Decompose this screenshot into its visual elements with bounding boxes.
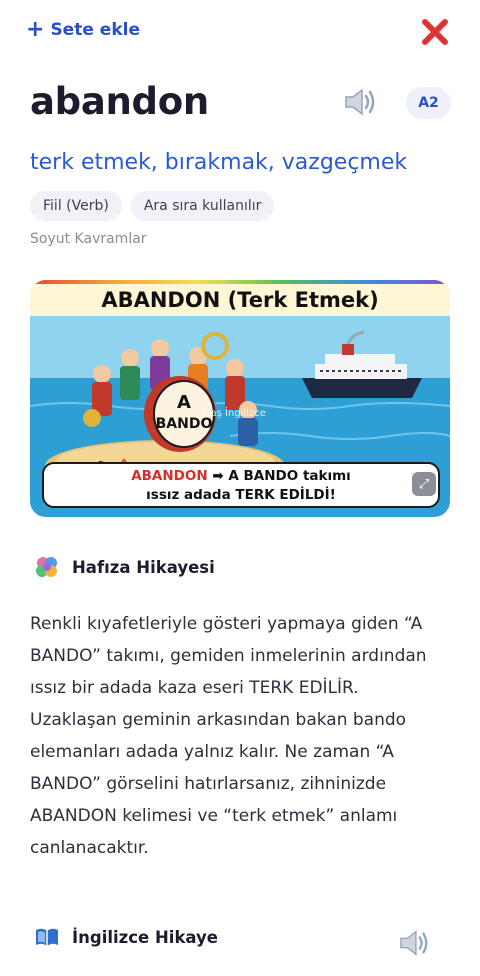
english-story-header: İngilizce Hikaye bbox=[34, 926, 218, 948]
caption-arrow: ➡ bbox=[212, 468, 224, 484]
illustration-title: ABANDON (Terk Etmek) bbox=[30, 284, 450, 316]
mnemonic-illustration[interactable]: ABANDON (Terk Etmek) A BANDO Flaş İngili… bbox=[30, 280, 450, 517]
caption-line1: A BANDO takımı bbox=[223, 468, 351, 484]
caption-highlight: ABANDON bbox=[131, 468, 208, 484]
illustration-caption: ABANDON ➡ A BANDO takımı ıssız adada TER… bbox=[42, 462, 440, 508]
brain-icon bbox=[36, 557, 57, 577]
close-icon[interactable] bbox=[420, 17, 450, 47]
add-to-set-label: Sete ekle bbox=[50, 20, 140, 40]
category-label: Soyut Kavramlar bbox=[30, 231, 147, 247]
tag-list: Fiil (Verb) Ara sıra kullanılır bbox=[30, 191, 275, 221]
memory-story-title: Hafıza Hikayesi bbox=[72, 557, 215, 577]
drum-text-a: A bbox=[177, 392, 191, 413]
top-bar: + Sete ekle bbox=[0, 0, 480, 64]
memory-story-text: Renkli kıyafetleriyle gösteri yapmaya gi… bbox=[30, 614, 427, 858]
caption-line2: ıssız adada TERK EDİLDİ! bbox=[146, 487, 336, 503]
add-to-set-button[interactable]: + Sete ekle bbox=[26, 19, 140, 41]
illustration-watermark: Flaş İngilizce bbox=[202, 408, 266, 419]
tag-part-of-speech: Fiil (Verb) bbox=[30, 191, 122, 221]
level-badge: A2 bbox=[406, 87, 451, 119]
expand-icon[interactable]: ⤢ bbox=[412, 472, 436, 496]
memory-story-header: Hafıza Hikayesi bbox=[34, 554, 215, 580]
plus-icon: + bbox=[26, 17, 45, 42]
word-meaning: terk etmek, bırakmak, vazgeçmek bbox=[30, 150, 408, 175]
tag-frequency: Ara sıra kullanılır bbox=[130, 191, 275, 221]
speaker-icon[interactable] bbox=[398, 928, 432, 958]
word-title: abandon bbox=[30, 80, 209, 123]
book-icon bbox=[36, 928, 58, 946]
english-story-title: İngilizce Hikaye bbox=[72, 927, 218, 947]
speaker-icon[interactable] bbox=[343, 86, 379, 118]
